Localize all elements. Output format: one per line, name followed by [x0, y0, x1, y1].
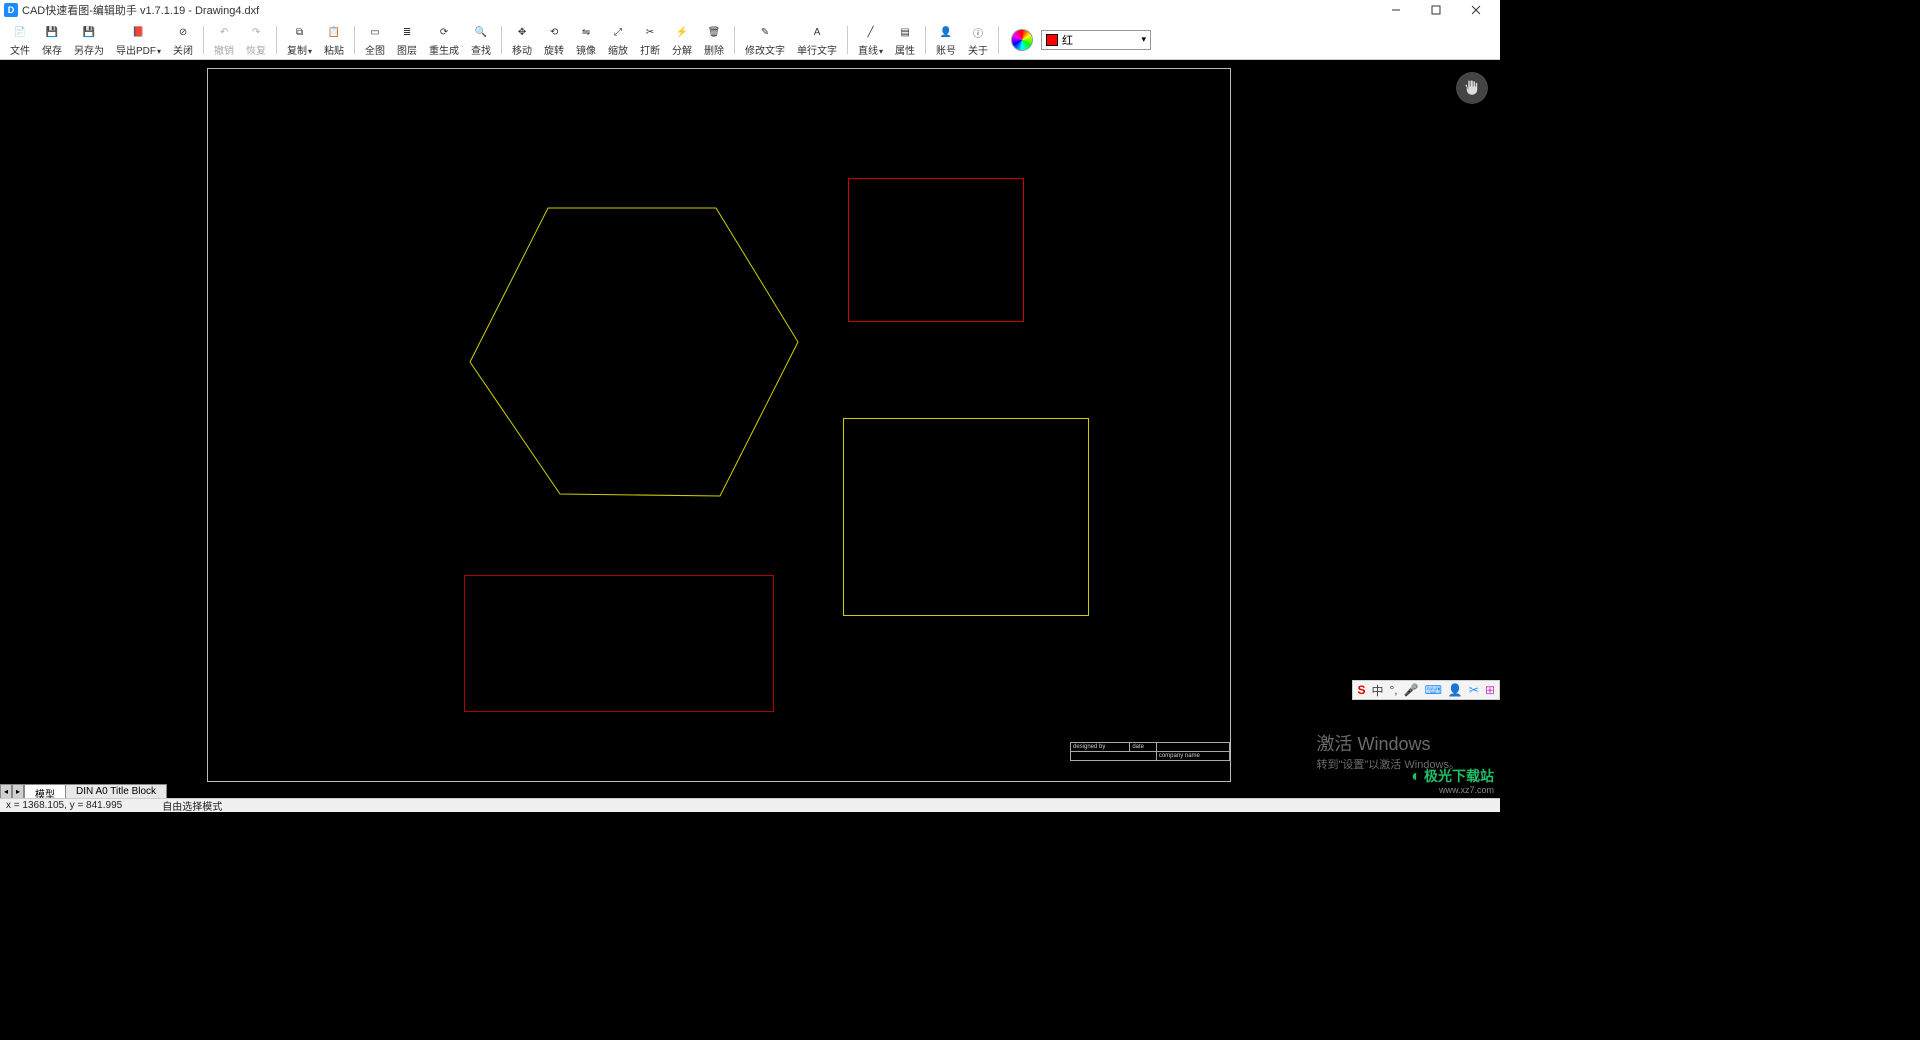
toolbar-separator	[847, 26, 848, 54]
layers-button[interactable]: ≣图层	[391, 20, 423, 59]
app-icon: D	[4, 3, 18, 17]
site-watermark: ◐ 极光下载站 www.xz7.com	[1411, 770, 1494, 796]
toolbar-separator	[998, 26, 999, 54]
single-text-button[interactable]: A单行文字	[791, 20, 843, 59]
delete-button[interactable]: 🗑删除	[698, 20, 730, 59]
paste-button[interactable]: 📋粘贴	[318, 20, 350, 59]
title-block: designed bydate company name	[1070, 742, 1230, 782]
full-view-button[interactable]: ▭全图	[359, 20, 391, 59]
save-as-button[interactable]: 💾另存为	[68, 20, 110, 59]
paste-icon: 📋	[324, 22, 344, 42]
move-icon: ✥	[512, 22, 532, 42]
toolbar-separator	[354, 26, 355, 54]
windows-activation-watermark: 激活 Windows 转到"设置"以激活 Windows。	[1317, 730, 1461, 772]
red-rectangle-top[interactable]	[848, 178, 1024, 322]
find-button[interactable]: 🔍查找	[465, 20, 497, 59]
toolbar-separator	[925, 26, 926, 54]
properties-icon: ▤	[895, 22, 915, 42]
color-wheel-button[interactable]	[1011, 29, 1033, 51]
export-pdf-button[interactable]: 📕导出PDF▾	[110, 20, 167, 59]
find-icon: 🔍	[471, 22, 491, 42]
undo-button[interactable]: ↶撤销	[208, 20, 240, 59]
window-titlebar: D CAD快速看图-编辑助手 v1.7.1.19 - Drawing4.dxf	[0, 0, 1500, 20]
red-rectangle-bottom[interactable]	[464, 575, 774, 712]
drawing-canvas[interactable]: designed bydate company name	[0, 60, 1500, 788]
toolbar-separator	[203, 26, 204, 54]
file-button[interactable]: 📄文件	[4, 20, 36, 59]
save-button[interactable]: 💾保存	[36, 20, 68, 59]
copy-button[interactable]: ⧉复制▾	[281, 20, 318, 59]
scale-icon: ⤢	[608, 22, 628, 42]
properties-button[interactable]: ▤属性	[889, 20, 921, 59]
color-label: 红	[1062, 32, 1073, 48]
color-dropdown[interactable]: 红 ▾	[1041, 30, 1151, 50]
undo-icon: ↶	[214, 22, 234, 42]
yellow-rectangle[interactable]	[843, 418, 1089, 616]
line-button[interactable]: ╱直线▾	[852, 20, 889, 59]
mirror-icon: ⇋	[576, 22, 596, 42]
minimize-button[interactable]	[1376, 0, 1416, 20]
toolbar-separator	[734, 26, 735, 54]
redo-button[interactable]: ↷恢复	[240, 20, 272, 59]
save-as-icon: 💾	[79, 22, 99, 42]
ime-lang[interactable]: 中	[1371, 682, 1383, 699]
export-pdf-icon: 📕	[129, 22, 149, 42]
edit-text-icon: ✎	[755, 22, 775, 42]
color-swatch-icon	[1046, 34, 1058, 46]
explode-icon: ⚡	[672, 22, 692, 42]
edit-text-button[interactable]: ✎修改文字	[739, 20, 791, 59]
account-button[interactable]: 👤账号	[930, 20, 962, 59]
regen-button[interactable]: ⟳重生成	[423, 20, 465, 59]
layers-icon: ≣	[397, 22, 417, 42]
status-bar: x = 1368.105, y = 841.995 自由选择模式	[0, 798, 1500, 812]
full-view-icon: ▭	[365, 22, 385, 42]
regen-icon: ⟳	[434, 22, 454, 42]
rotate-icon: ⟲	[544, 22, 564, 42]
toolbar-separator	[501, 26, 502, 54]
main-toolbar: 📄文件 💾保存 💾另存为 📕导出PDF▾ ⊘关闭 ↶撤销 ↷恢复 ⧉复制▾ 📋粘…	[0, 20, 1500, 60]
rotate-button[interactable]: ⟲旋转	[538, 20, 570, 59]
scale-button[interactable]: ⤢缩放	[602, 20, 634, 59]
break-icon: ✂	[640, 22, 660, 42]
delete-icon: 🗑	[704, 22, 724, 42]
status-mode: 自由选择模式	[162, 798, 222, 813]
status-coords: x = 1368.105, y = 841.995	[6, 800, 122, 811]
close-file-button[interactable]: ⊘关闭	[167, 20, 199, 59]
redo-icon: ↷	[246, 22, 266, 42]
hexagon-shape[interactable]	[468, 206, 800, 498]
file-icon: 📄	[10, 22, 30, 42]
ime-punct-icon[interactable]: °,	[1390, 683, 1398, 697]
ime-toolbar[interactable]: S 中 °, 🎤 ⌨ 👤 ✂ ⊞	[1352, 680, 1500, 700]
mirror-button[interactable]: ⇋镜像	[570, 20, 602, 59]
move-button[interactable]: ✥移动	[506, 20, 538, 59]
ime-mic-icon[interactable]: 🎤	[1404, 683, 1419, 697]
close-file-icon: ⊘	[173, 22, 193, 42]
hand-icon	[1463, 79, 1481, 97]
about-button[interactable]: ⓘ关于	[962, 20, 994, 59]
pan-hand-button[interactable]	[1456, 72, 1488, 104]
save-icon: 💾	[42, 22, 62, 42]
ime-person-icon[interactable]: 👤	[1448, 683, 1463, 697]
single-text-icon: A	[807, 22, 827, 42]
close-button[interactable]	[1456, 0, 1496, 20]
explode-button[interactable]: ⚡分解	[666, 20, 698, 59]
line-icon: ╱	[861, 22, 881, 42]
copy-icon: ⧉	[290, 22, 310, 42]
break-button[interactable]: ✂打断	[634, 20, 666, 59]
window-title: CAD快速看图-编辑助手 v1.7.1.19 - Drawing4.dxf	[22, 2, 259, 18]
account-icon: 👤	[936, 22, 956, 42]
ime-logo-icon: S	[1357, 683, 1365, 697]
chevron-down-icon: ▾	[1142, 34, 1147, 45]
toolbar-separator	[276, 26, 277, 54]
ime-grid-icon[interactable]: ⊞	[1485, 683, 1495, 697]
maximize-button[interactable]	[1416, 0, 1456, 20]
ime-scissors-icon[interactable]: ✂	[1469, 683, 1479, 697]
ime-keyboard-icon[interactable]: ⌨	[1425, 683, 1442, 697]
about-icon: ⓘ	[968, 22, 988, 42]
